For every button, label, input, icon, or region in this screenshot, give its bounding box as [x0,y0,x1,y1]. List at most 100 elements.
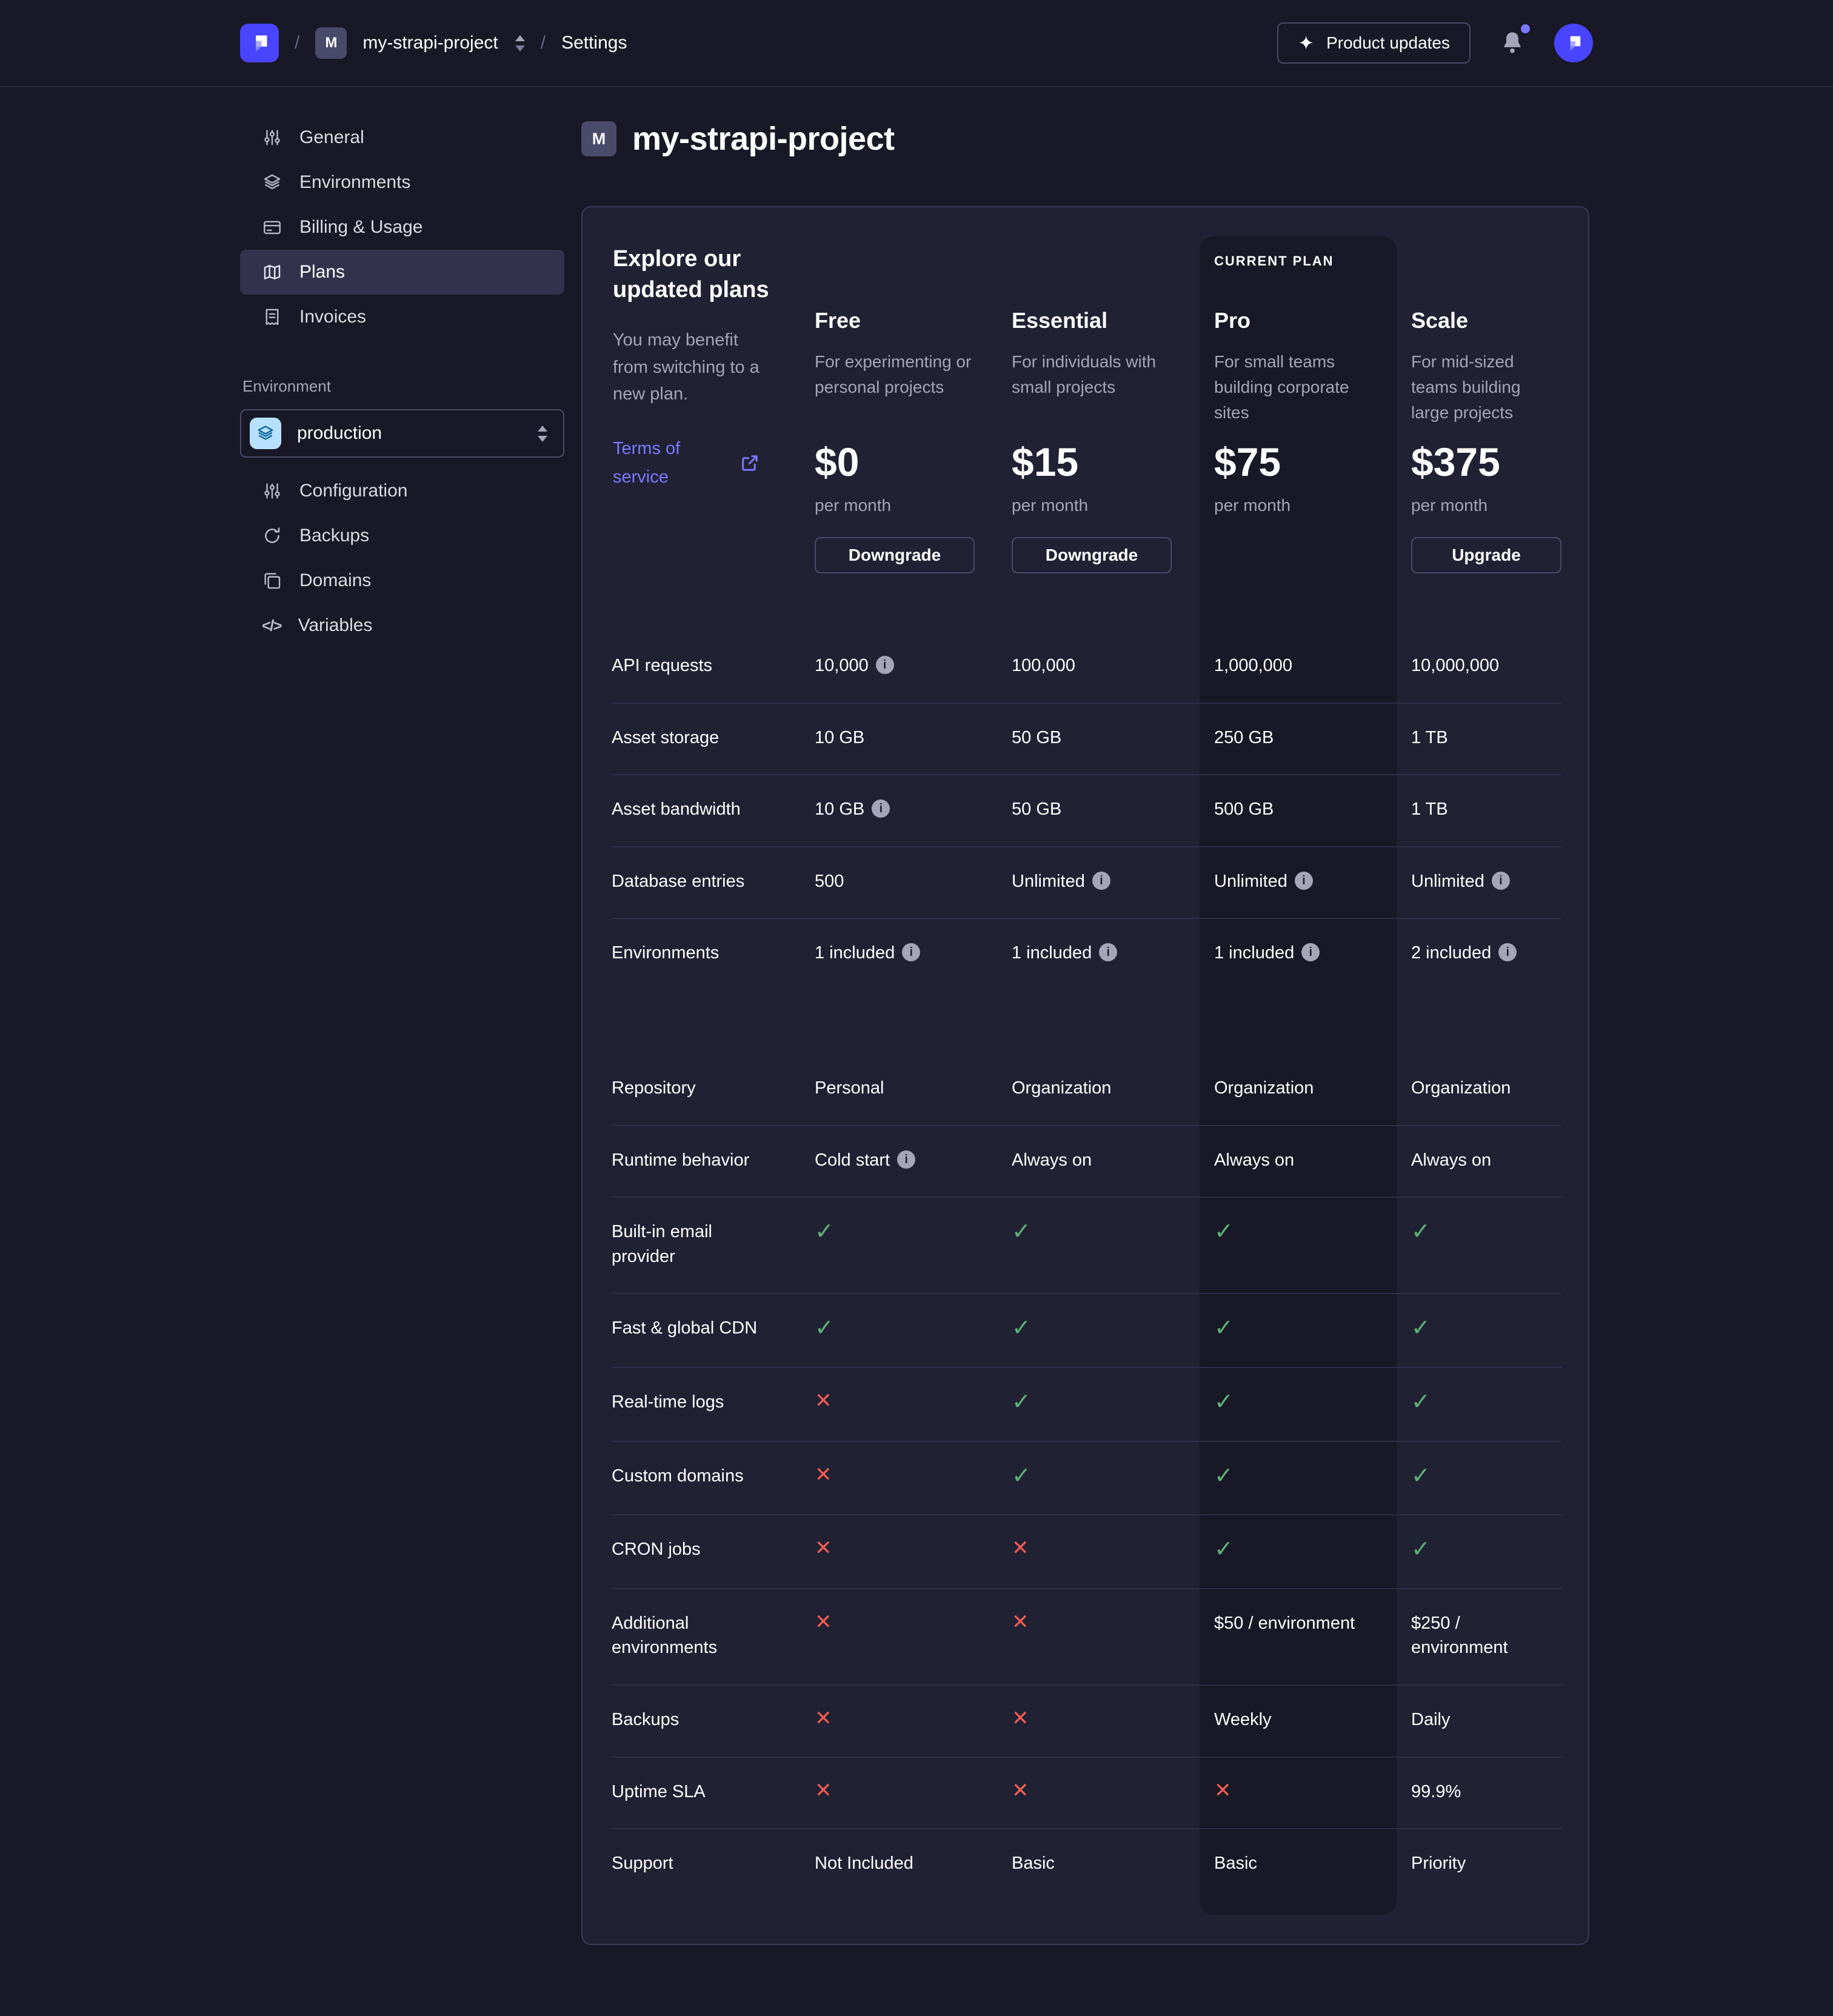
sidebar-item-invoices[interactable]: Invoices [240,295,564,339]
plan-description: For mid-sized teams building large proje… [1411,349,1561,433]
layers-icon [262,172,282,193]
plan-description: For experimenting or personal projects [815,349,1012,433]
feature-value: 10 GBi [815,774,1012,846]
breadcrumb-separator: / [541,33,546,53]
environment-select[interactable]: production [240,409,564,458]
info-icon[interactable]: i [1492,872,1510,890]
user-avatar[interactable] [1554,24,1593,62]
info-icon[interactable]: i [1301,943,1320,961]
feature-label: Support [612,1828,815,1915]
sidebar-item-label: Invoices [299,307,366,327]
sliders-icon [262,127,282,148]
feature-value: ✓ [1012,1441,1200,1515]
check-icon: ✓ [1411,1314,1431,1341]
top-bar-actions: ✦ Product updates [1277,22,1593,64]
info-icon[interactable]: i [1099,943,1117,961]
plan-column-free: Free For experimenting or personal proje… [815,236,1012,632]
cross-icon: ✕ [815,1706,832,1731]
feature-value: 1,000,000 [1200,632,1397,703]
feature-value: Unlimitedi [1012,846,1200,918]
breadcrumb-project-name[interactable]: my-strapi-project [362,33,498,53]
plans-intro: Explore our updated plans You may benefi… [612,236,815,632]
sidebar-item-label: Backups [299,526,369,546]
project-switcher-caret-icon[interactable] [515,35,525,52]
plan-period: per month [1214,496,1290,515]
check-icon: ✓ [1411,1535,1431,1562]
feature-value: Always on [1200,1125,1397,1197]
info-icon[interactable]: i [1498,943,1517,961]
plan-period: per month [1012,496,1088,515]
sidebar-item-label: Plans [299,262,345,282]
check-icon: ✓ [1411,1218,1431,1244]
cross-icon: ✕ [815,1389,832,1413]
receipt-icon [262,307,282,327]
plan-price: $0 [815,439,859,485]
sparkles-icon: ✦ [1298,33,1314,53]
feature-value: Basic [1200,1828,1397,1915]
downgrade-button-essential[interactable]: Downgrade [1012,537,1172,573]
feature-label: CRON jobs [612,1514,815,1588]
sidebar-item-plans[interactable]: Plans [240,250,564,295]
sidebar-item-domains[interactable]: Domains [240,558,564,603]
check-icon: ✓ [1214,1535,1234,1562]
refresh-icon [262,526,282,546]
feature-value-text: 50 GB [1012,799,1061,819]
feature-value: Always on [1012,1125,1200,1197]
strapi-logo-icon [247,31,272,55]
feature-label: Environments [612,918,815,1054]
check-icon: ✓ [1411,1462,1431,1489]
upgrade-button-scale[interactable]: Upgrade [1411,537,1561,573]
plans-table: Explore our updated plans You may benefi… [612,236,1559,1915]
feature-value: 1 includedi [1200,918,1397,1054]
check-icon: ✓ [1214,1462,1234,1489]
product-updates-label: Product updates [1326,33,1450,53]
info-icon[interactable]: i [897,1150,915,1169]
feature-value-text: 50 GB [1012,728,1061,747]
feature-value: 1 includedi [1012,918,1200,1054]
environment-icon [250,418,281,449]
credit-card-icon [262,217,282,238]
product-updates-button[interactable]: ✦ Product updates [1277,22,1471,64]
terms-of-service: Terms of service [613,435,772,491]
info-icon[interactable]: i [902,943,920,961]
info-icon[interactable]: i [876,656,894,674]
feature-value: Weekly [1200,1684,1397,1757]
feature-label: Database entries [612,846,815,918]
feature-label: Custom domains [612,1441,815,1515]
feature-value: ✓ [1200,1367,1397,1441]
info-icon[interactable]: i [1295,872,1313,890]
feature-value-text: Always on [1012,1150,1092,1170]
info-icon[interactable]: i [1092,872,1110,890]
strapi-logo[interactable] [240,24,279,62]
feature-value: ✓ [1397,1514,1561,1588]
sidebar-item-billing-usage[interactable]: Billing & Usage [240,205,564,250]
feature-value: ✓ [1200,1293,1397,1367]
downgrade-button-free[interactable]: Downgrade [815,537,975,573]
sidebar-item-backups[interactable]: Backups [240,513,564,558]
feature-value-text: Basic [1214,1854,1257,1873]
info-icon[interactable]: i [872,799,890,818]
plan-name: Essential [1012,308,1107,333]
feature-value: 50 GB [1012,703,1200,775]
sidebar-item-label: Billing & Usage [299,217,422,238]
feature-value: 500 GB [1200,774,1397,846]
notifications-bell-icon[interactable] [1498,29,1526,57]
feature-value: Cold starti [815,1125,1012,1197]
check-icon: ✓ [1214,1314,1234,1341]
terms-of-service-link[interactable]: Terms of service [613,435,704,491]
sidebar-item-variables[interactable]: </> Variables [240,603,564,648]
feature-value: Basic [1012,1828,1200,1915]
cross-icon: ✕ [1012,1706,1029,1731]
feature-label: API requests [612,632,815,703]
feature-value-text: Daily [1411,1710,1450,1729]
cross-icon: ✕ [1012,1536,1029,1560]
sidebar-item-configuration[interactable]: Configuration [240,469,564,513]
feature-value: 1 TB [1397,774,1561,846]
sidebar-item-general[interactable]: General [240,115,564,160]
plan-name: Free [815,308,861,333]
sidebar-item-label: Domains [299,570,371,591]
sidebar-item-environments[interactable]: Environments [240,160,564,205]
stack-icon [262,570,282,591]
feature-value: Unlimitedi [1200,846,1397,918]
cross-icon: ✕ [815,1536,832,1560]
